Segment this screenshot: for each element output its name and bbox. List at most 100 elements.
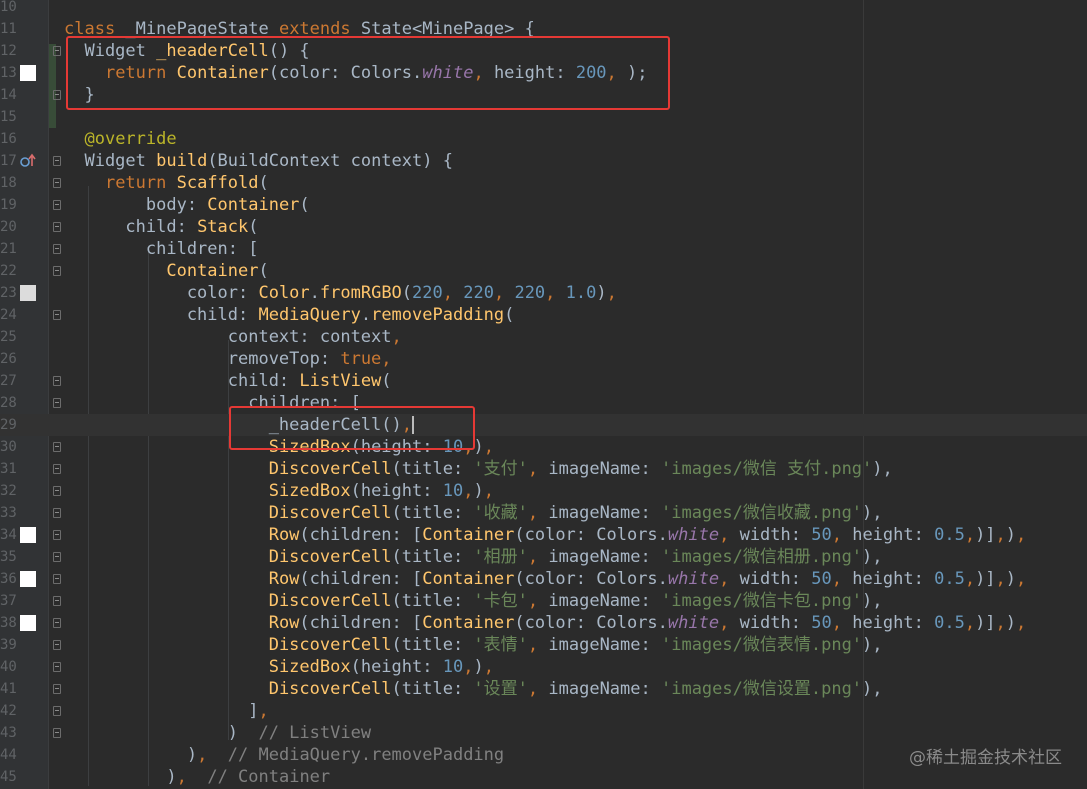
code-line[interactable]: 23 color: Color.fromRGBO(220, 220, 220, … [0, 282, 1087, 304]
code-token: , [527, 591, 549, 611]
code-token: ( [258, 261, 269, 281]
code-token: , [964, 613, 976, 633]
code-line[interactable]: 28 children: [ [0, 392, 1087, 414]
code-token: imageName: [548, 547, 661, 567]
line-number: 15 [0, 109, 17, 125]
fold-marker-icon[interactable] [53, 486, 61, 496]
fold-marker-icon[interactable] [53, 706, 61, 716]
line-number: 18 [0, 175, 17, 191]
line-number: 26 [0, 351, 17, 367]
fold-marker-icon[interactable] [53, 552, 61, 562]
code-token: height: [852, 613, 935, 633]
white-color-swatch-icon[interactable] [20, 65, 36, 81]
code-line[interactable]: 21 children: [ [0, 238, 1087, 260]
line-number: 33 [0, 505, 17, 521]
code-line[interactable]: 41 DiscoverCell(title: '设置', imageName: … [0, 678, 1087, 700]
code-token: DiscoverCell [268, 459, 392, 479]
code-line[interactable]: 40 SizedBox(height: 10,), [0, 656, 1087, 678]
code-token: , [995, 525, 1006, 545]
white-color-swatch-icon[interactable] [20, 571, 36, 587]
fold-marker-icon[interactable] [53, 244, 61, 254]
line-number: 42 [0, 703, 17, 719]
fold-marker-icon[interactable] [53, 442, 61, 452]
fold-marker-icon[interactable] [53, 90, 61, 100]
code-token: DiscoverCell [268, 591, 392, 611]
fold-marker-icon[interactable] [53, 46, 61, 56]
code-line[interactable]: 35 DiscoverCell(title: '相册', imageName: … [0, 546, 1087, 568]
code-line[interactable]: 20 child: Stack( [0, 216, 1087, 238]
code-line[interactable]: 22 Container( [0, 260, 1087, 282]
code-token: // ListView [258, 723, 372, 743]
code-line[interactable]: 39 DiscoverCell(title: '表情', imageName: … [0, 634, 1087, 656]
code-token: DiscoverCell [268, 679, 392, 699]
code-line[interactable]: 27 child: ListView( [0, 370, 1087, 392]
code-line[interactable]: 38 Row(children: [Container(color: Color… [0, 612, 1087, 634]
code-line[interactable]: 18 return Scaffold( [0, 172, 1087, 194]
override-marker-icon[interactable] [20, 153, 38, 169]
grey-color-swatch-icon[interactable] [20, 285, 36, 301]
fold-marker-icon[interactable] [53, 684, 61, 694]
code-line[interactable]: 25 context: context, [0, 326, 1087, 348]
line-number: 37 [0, 593, 17, 609]
code-token: Widget [64, 151, 157, 171]
code-line[interactable]: 10 [0, 0, 1087, 18]
fold-marker-icon[interactable] [53, 662, 61, 672]
code-line[interactable]: 29 _headerCell(), [0, 414, 1087, 436]
code-token: )] [975, 613, 996, 633]
fold-marker-icon[interactable] [53, 310, 61, 320]
code-line[interactable]: 36 Row(children: [Container(color: Color… [0, 568, 1087, 590]
fold-marker-icon[interactable] [53, 156, 61, 166]
fold-marker-icon[interactable] [53, 266, 61, 276]
code-text: DiscoverCell(title: '表情', imageName: 'im… [64, 634, 883, 656]
fold-marker-icon[interactable] [53, 618, 61, 628]
fold-marker-icon[interactable] [53, 508, 61, 518]
fold-marker-icon[interactable] [53, 728, 61, 738]
fold-marker-icon[interactable] [53, 398, 61, 408]
fold-marker-icon[interactable] [53, 200, 61, 210]
code-token: color: [64, 283, 259, 303]
code-line[interactable]: 45 ), // Container [0, 766, 1087, 788]
code-line[interactable]: 33 DiscoverCell(title: '收藏', imageName: … [0, 502, 1087, 524]
white-color-swatch-icon[interactable] [20, 615, 36, 631]
code-line[interactable]: 34 Row(children: [Container(color: Color… [0, 524, 1087, 546]
code-line[interactable]: 19 body: Container( [0, 194, 1087, 216]
code-token: 'images/微信 支付.png' [660, 459, 873, 479]
code-line[interactable]: 42 ], [0, 700, 1087, 722]
white-color-swatch-icon[interactable] [20, 527, 36, 543]
code-line[interactable]: 31 DiscoverCell(title: '支付', imageName: … [0, 458, 1087, 480]
fold-marker-icon[interactable] [53, 178, 61, 188]
code-line[interactable]: 16 @override [0, 128, 1087, 150]
code-text: removeTop: true, [64, 348, 392, 370]
fold-marker-icon[interactable] [53, 640, 61, 650]
fold-marker-icon[interactable] [53, 574, 61, 584]
fold-marker-icon[interactable] [53, 530, 61, 540]
code-token: DiscoverCell [268, 503, 392, 523]
code-line[interactable]: 37 DiscoverCell(title: '卡包', imageName: … [0, 590, 1087, 612]
code-line[interactable]: 17 Widget build(BuildContext context) { [0, 150, 1087, 172]
code-token: white [667, 613, 720, 633]
line-number: 17 [0, 153, 17, 169]
code-editor[interactable]: 10 11 class _MinePageState extends State<M… [0, 0, 1087, 789]
code-token: , [831, 613, 853, 633]
fold-marker-icon[interactable] [53, 376, 61, 386]
code-line[interactable]: 26 removeTop: true, [0, 348, 1087, 370]
code-line[interactable]: 32 SizedBox(height: 10,), [0, 480, 1087, 502]
code-line[interactable]: 24 child: MediaQuery.removePadding( [0, 304, 1087, 326]
code-token: (title: [391, 679, 474, 699]
code-token: Container [422, 569, 515, 589]
code-text: SizedBox(height: 10,), [64, 656, 494, 678]
code-token: , [483, 657, 494, 677]
code-token: height: [852, 569, 935, 589]
fold-marker-icon[interactable] [53, 596, 61, 606]
code-token: Container [166, 261, 259, 281]
code-text: child: MediaQuery.removePadding( [64, 304, 515, 326]
code-token: , [463, 657, 474, 677]
fold-marker-icon[interactable] [53, 222, 61, 232]
fold-marker-icon[interactable] [53, 464, 61, 474]
code-text: DiscoverCell(title: '支付', imageName: 'im… [64, 458, 893, 480]
code-line[interactable]: 30 SizedBox(height: 10,), [0, 436, 1087, 458]
code-line[interactable]: 43 ) // ListView [0, 722, 1087, 744]
